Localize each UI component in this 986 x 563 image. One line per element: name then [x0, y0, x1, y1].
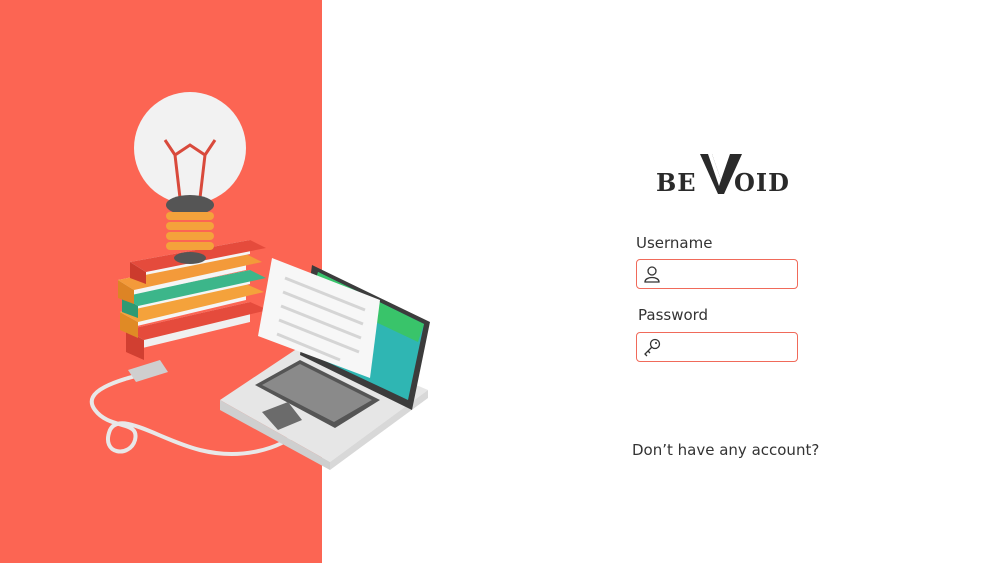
logo-text-right: OID — [734, 168, 790, 197]
signup-link[interactable]: Don’t have any account? — [632, 441, 819, 459]
brand-logo: BE OID — [650, 148, 790, 198]
password-label: Password — [638, 306, 709, 324]
logo-text-left: BE — [656, 168, 697, 197]
key-icon — [644, 338, 661, 357]
username-field[interactable] — [636, 259, 798, 289]
password-input[interactable] — [665, 335, 793, 359]
password-field[interactable] — [636, 332, 798, 362]
username-label: Username — [636, 234, 713, 252]
username-input[interactable] — [665, 262, 793, 286]
study-illustration — [90, 92, 430, 470]
user-icon — [644, 266, 660, 283]
